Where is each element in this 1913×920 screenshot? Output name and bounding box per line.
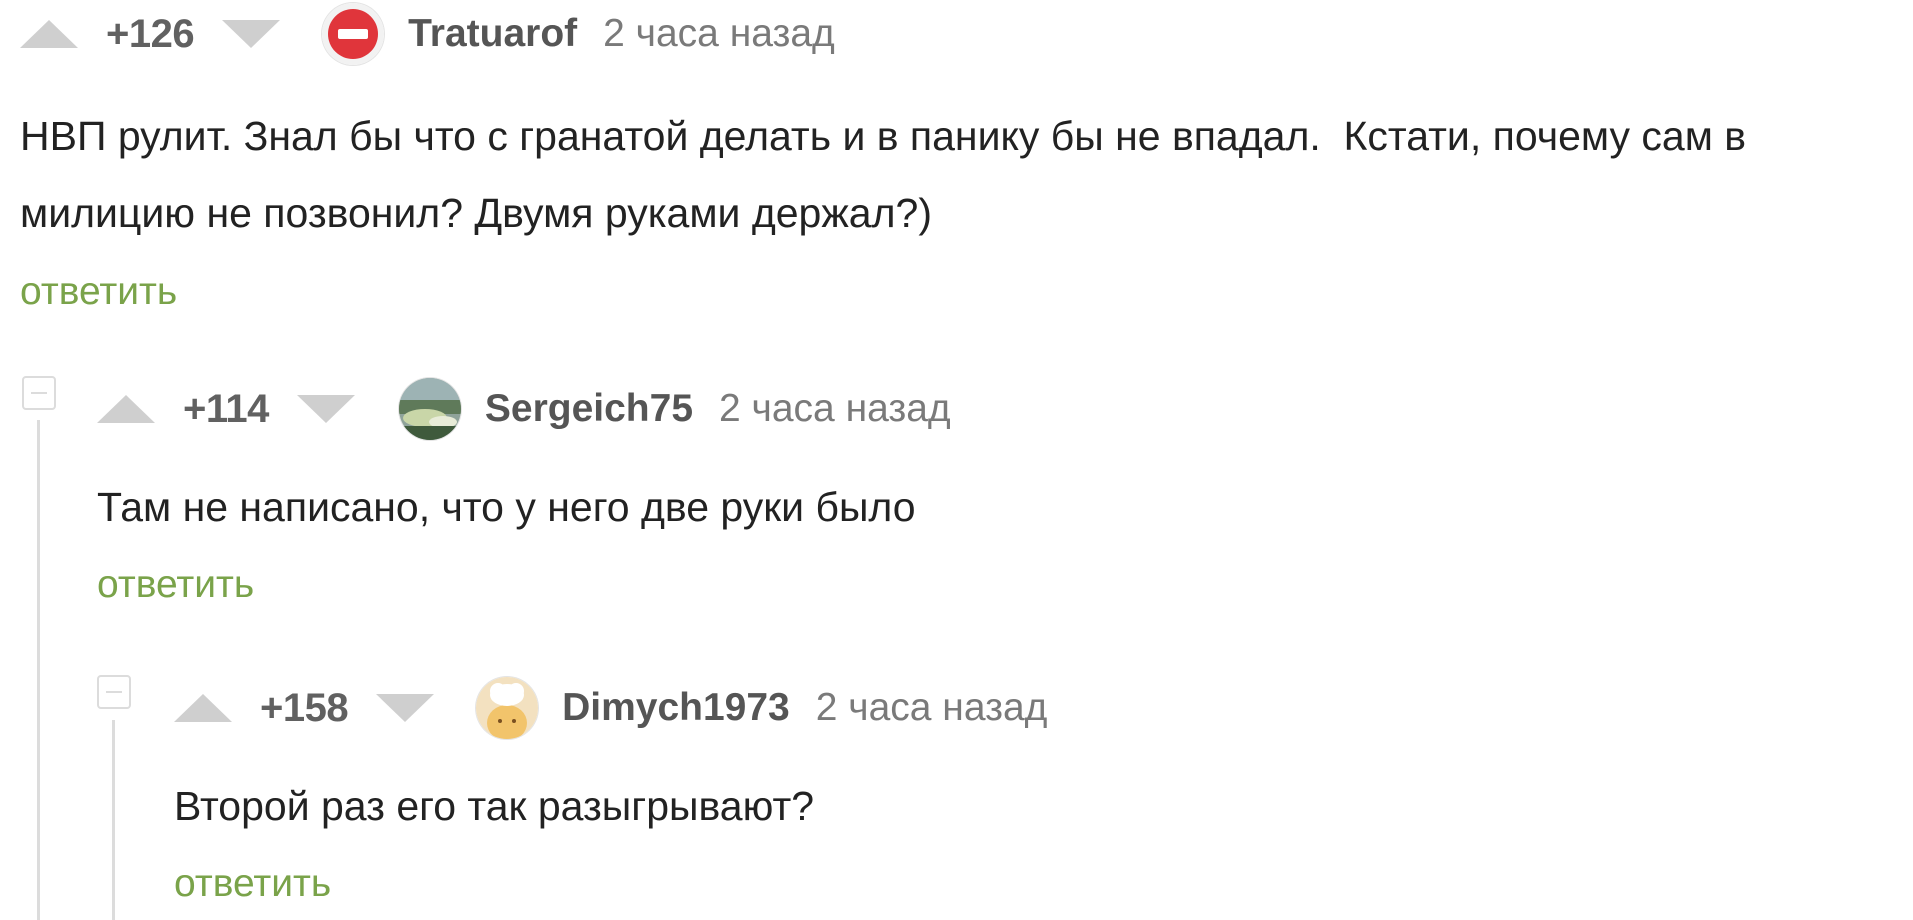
comment-rating: +114 bbox=[183, 386, 269, 431]
downvote-icon[interactable] bbox=[376, 694, 435, 722]
no-entry-icon bbox=[322, 3, 385, 65]
username[interactable]: Tratuarof bbox=[408, 12, 577, 56]
thread-line bbox=[112, 720, 115, 920]
username[interactable]: Dimych1973 bbox=[562, 686, 790, 730]
comment-text: Второй раз его так разыгрывают? bbox=[174, 783, 815, 829]
downvote-icon[interactable] bbox=[296, 395, 355, 423]
downvote-icon[interactable] bbox=[222, 20, 281, 48]
upvote-icon[interactable] bbox=[20, 20, 78, 48]
collapse-thread-button[interactable] bbox=[22, 376, 56, 410]
comment-text: Там не написано, что у него две руки был… bbox=[97, 484, 916, 530]
username[interactable]: Sergeich75 bbox=[485, 387, 693, 431]
collapse-thread-button[interactable] bbox=[97, 675, 131, 709]
timestamp: 2 часа назад bbox=[719, 387, 951, 430]
chef-avatar-icon bbox=[476, 677, 539, 739]
comment-rating: +158 bbox=[260, 685, 349, 730]
comment-rating: +126 bbox=[106, 11, 195, 56]
avatar[interactable] bbox=[322, 3, 385, 65]
comment-header: +158 Dimych1973 2 часа назад bbox=[174, 676, 1047, 740]
reply-link[interactable]: ответить bbox=[20, 270, 177, 314]
comment-text: НВП рулит. Знал бы что с гранатой делать… bbox=[20, 113, 1758, 236]
upvote-icon[interactable] bbox=[174, 694, 232, 722]
reply-link[interactable]: ответить bbox=[174, 862, 331, 906]
reply-link[interactable]: ответить bbox=[97, 563, 254, 607]
thread-line bbox=[37, 420, 40, 920]
timestamp: 2 часа назад bbox=[815, 686, 1048, 729]
landscape-avatar-icon bbox=[398, 378, 461, 440]
comment-header: +126 Tratuarof 2 часа назад bbox=[20, 2, 835, 66]
avatar[interactable] bbox=[398, 378, 461, 440]
timestamp: 2 часа назад bbox=[603, 12, 835, 55]
avatar[interactable] bbox=[476, 677, 539, 739]
comment-header: +114 Sergeich75 2 часа назад bbox=[97, 377, 951, 441]
upvote-icon[interactable] bbox=[97, 395, 155, 423]
